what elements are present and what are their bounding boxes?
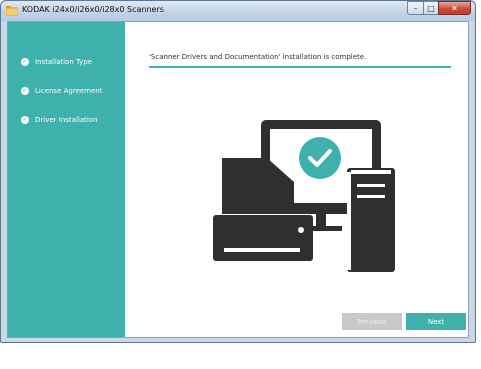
step-label: Installation Type [35, 58, 93, 66]
steps-sidebar: ✓ Installation Type ✓ License Agreement … [8, 22, 125, 337]
previous-button[interactable]: Previous [342, 313, 402, 330]
maximize-button[interactable]: □ [423, 1, 439, 15]
installer-content: ✓ Installation Type ✓ License Agreement … [7, 21, 469, 338]
completion-message: 'Scanner Drivers and Documentation' inst… [149, 53, 451, 68]
step-installation-type: ✓ Installation Type [21, 56, 92, 68]
window-title: KODAK i24x0/i26x0/i28x0 Scanners [22, 5, 164, 14]
minimize-button[interactable]: – [407, 1, 424, 15]
close-button[interactable]: ✕ [438, 1, 471, 15]
installer-window: KODAK i24x0/i26x0/i28x0 Scanners – □ ✕ ✓… [0, 0, 476, 343]
step-label: License Agreement [35, 87, 103, 95]
step-license-agreement: ✓ License Agreement [21, 85, 103, 97]
folder-app-icon [6, 6, 18, 16]
next-button[interactable]: Next [406, 313, 466, 330]
step-driver-installation: ✓ Driver Installation [21, 114, 98, 126]
step-complete-icon: ✓ [21, 87, 29, 95]
computer-with-checkmark-icon [213, 120, 395, 272]
title-bar[interactable]: KODAK i24x0/i26x0/i28x0 Scanners – □ ✕ [1, 1, 475, 21]
step-label: Driver Installation [35, 116, 98, 124]
step-complete-icon: ✓ [21, 116, 29, 124]
step-complete-icon: ✓ [21, 58, 29, 66]
